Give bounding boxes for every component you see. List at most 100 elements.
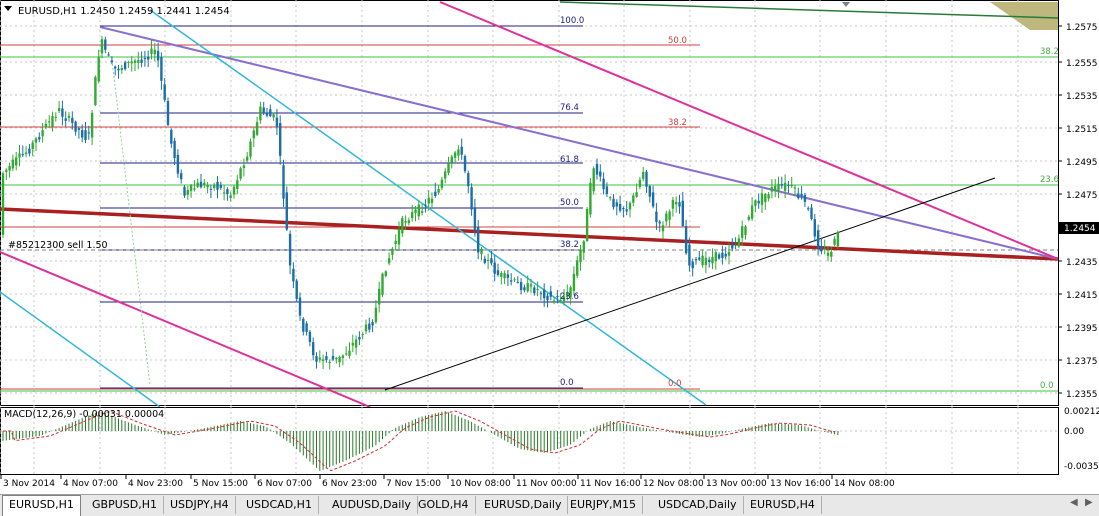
candle bbox=[602, 172, 605, 195]
candle-body bbox=[97, 57, 100, 82]
tab-eurusd-h4[interactable]: EURUSD,H4 bbox=[744, 496, 822, 514]
candle-body bbox=[11, 159, 15, 169]
candle-body bbox=[361, 333, 364, 335]
candle bbox=[140, 51, 143, 68]
candle-body bbox=[51, 116, 54, 127]
tab-eurusd-h1[interactable]: EURUSD,H1 bbox=[2, 495, 81, 516]
candle bbox=[681, 191, 684, 228]
candle bbox=[236, 174, 239, 195]
price-axis: 1.2575 1.2555 1.2535 1.2515 1.2495 1.2475 1.24… bbox=[1058, 23, 1099, 400]
candle-body bbox=[391, 248, 394, 255]
candle-body bbox=[48, 121, 51, 123]
candle bbox=[546, 293, 549, 308]
candle-body bbox=[826, 252, 830, 256]
candle bbox=[57, 101, 61, 114]
candle bbox=[391, 246, 394, 260]
candle-body bbox=[556, 296, 559, 298]
price-chart-canvas[interactable]: 100.0 76.4 61.8 50.0 38.2 23.6 0.0 50.0 38.2 0.0 3… bbox=[0, 0, 1099, 408]
candle bbox=[592, 166, 595, 195]
candle-body bbox=[434, 191, 437, 196]
candle-body bbox=[632, 195, 635, 203]
candle-body bbox=[246, 156, 249, 161]
candle-body bbox=[833, 238, 836, 245]
candle-body bbox=[24, 152, 28, 155]
price-tick-label: 1.2575 bbox=[1066, 23, 1098, 33]
candle-body bbox=[312, 342, 315, 356]
candle-body bbox=[648, 186, 651, 197]
candle-body bbox=[493, 262, 496, 274]
candle bbox=[176, 149, 180, 178]
candle bbox=[764, 192, 767, 210]
candle bbox=[417, 201, 420, 220]
candle-body bbox=[790, 185, 793, 187]
candle bbox=[394, 234, 397, 251]
candle-body bbox=[467, 173, 470, 187]
magenta-trendline-lower bbox=[0, 251, 371, 408]
candle bbox=[539, 291, 543, 301]
tab-eurusd-daily[interactable]: EURUSD,Daily bbox=[478, 496, 569, 514]
price-chart[interactable]: 100.0 76.4 61.8 50.0 38.2 23.6 0.0 50.0 38.2 0.0 3… bbox=[0, 0, 1099, 408]
candle-body bbox=[691, 261, 694, 269]
tab-gold-h4[interactable]: GOLD,H4 bbox=[412, 496, 476, 514]
tab-usdjpy-h4[interactable]: USDJPY,H4 bbox=[164, 496, 236, 514]
price-tick-label: 1.2355 bbox=[1066, 390, 1098, 400]
tabs-scroll-left-icon[interactable]: ◀ bbox=[1070, 497, 1078, 508]
candle-body bbox=[338, 356, 341, 363]
tab-usdcad-daily[interactable]: USDCAD,Daily bbox=[652, 496, 744, 514]
candle-body bbox=[688, 244, 691, 266]
candle-body bbox=[803, 194, 807, 202]
green-dotted-line bbox=[111, 59, 151, 386]
candle-body bbox=[153, 49, 156, 55]
candle bbox=[315, 352, 318, 369]
candle-body bbox=[183, 186, 186, 196]
candle bbox=[635, 183, 638, 198]
candle-body bbox=[226, 189, 229, 195]
candle-body bbox=[387, 258, 391, 264]
candle-body bbox=[483, 258, 486, 263]
candle-body bbox=[668, 211, 671, 220]
tab-audusd-daily[interactable]: AUDUSD,Daily bbox=[326, 496, 418, 514]
candle bbox=[163, 77, 166, 103]
candle bbox=[387, 252, 391, 266]
candle-body bbox=[31, 142, 34, 150]
tab-eurjpy-m15[interactable]: EURJPY,M15 bbox=[564, 496, 643, 514]
candle-body bbox=[335, 357, 338, 359]
candle bbox=[232, 184, 236, 199]
candle-body bbox=[513, 279, 516, 281]
tab-usdcad-h1[interactable]: USDCAD,H1 bbox=[240, 496, 319, 514]
candle-body bbox=[589, 182, 592, 215]
candle bbox=[480, 247, 483, 261]
candle bbox=[219, 181, 222, 191]
tab-gbpusd-h1[interactable]: GBPUSD,H1 bbox=[86, 496, 164, 514]
fib-right-label: 23.6 bbox=[1040, 175, 1059, 185]
candle-body bbox=[444, 171, 447, 179]
candle bbox=[160, 52, 163, 90]
candle bbox=[397, 221, 401, 251]
candle-body bbox=[315, 356, 318, 362]
candle bbox=[94, 75, 97, 107]
chart-menu-triangle-icon[interactable] bbox=[4, 6, 12, 11]
candle bbox=[450, 154, 453, 169]
candle-body bbox=[625, 209, 628, 212]
candle bbox=[744, 224, 747, 240]
time-label: 13 Nov 16:00 bbox=[770, 479, 831, 489]
tabs-scroll-right-icon[interactable]: ▶ bbox=[1085, 497, 1093, 508]
candle-body bbox=[523, 287, 526, 291]
candle bbox=[807, 206, 810, 212]
candle-body bbox=[374, 307, 378, 323]
candle-body bbox=[671, 199, 675, 209]
candle-body bbox=[262, 107, 265, 113]
macd-axis: 0.00212 0.00 -0.00359 bbox=[1064, 407, 1099, 472]
candle-body bbox=[127, 62, 130, 64]
candle bbox=[589, 177, 592, 218]
candle bbox=[496, 263, 500, 277]
candle bbox=[747, 214, 750, 222]
macd-indicator-pane[interactable]: 0.00212 0.00 -0.00359 MACD(12,26,9) -0.000… bbox=[0, 407, 1099, 475]
fib-left-label: 76.4 bbox=[560, 103, 579, 113]
candle-body bbox=[427, 197, 430, 204]
fibonacci-labels: 100.0 76.4 61.8 50.0 38.2 23.6 0.0 50.0 38.2 0.0 3… bbox=[560, 16, 1059, 391]
candle bbox=[239, 166, 242, 181]
candle bbox=[341, 354, 345, 366]
candle-body bbox=[298, 297, 302, 316]
candle-body bbox=[401, 218, 404, 234]
